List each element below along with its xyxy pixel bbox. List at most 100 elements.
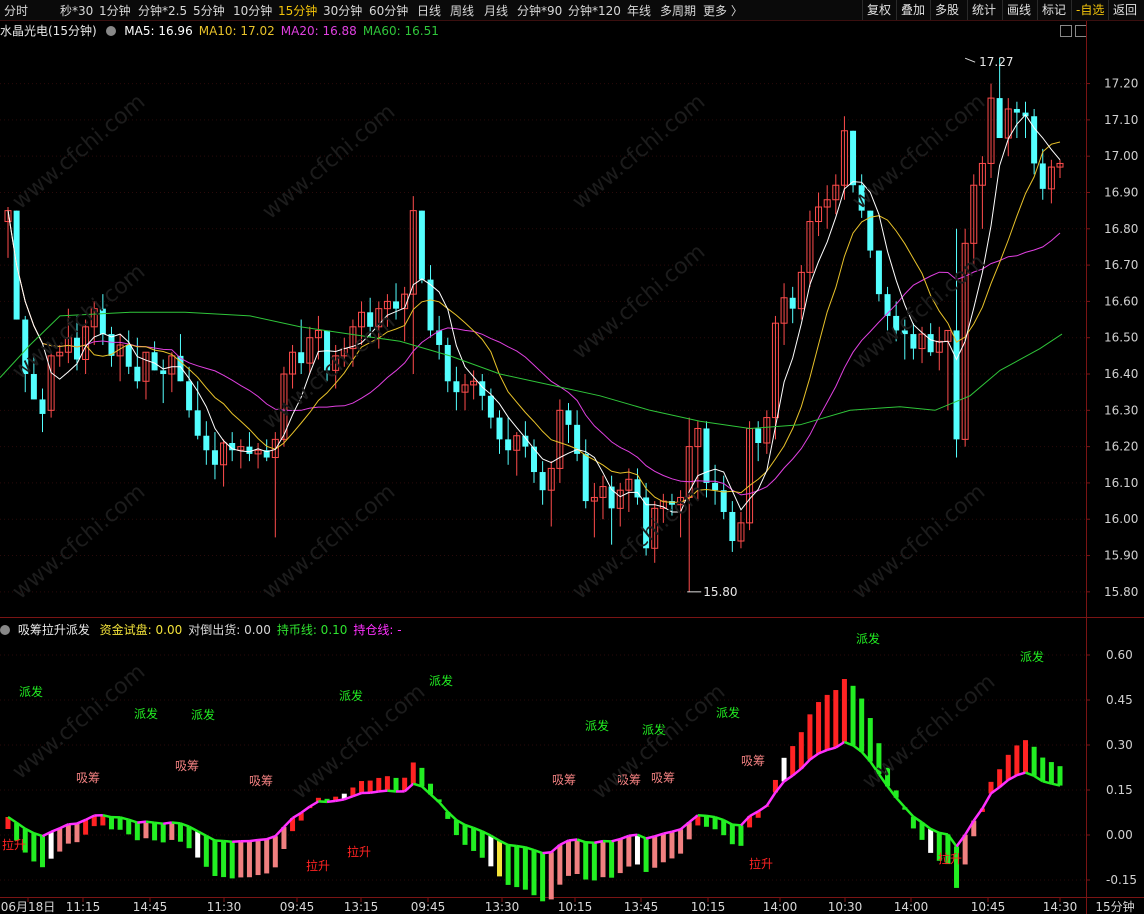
indicator-line	[171, 821, 181, 825]
indicator-signal-label: 派发	[191, 707, 215, 722]
indicator-line	[154, 821, 164, 825]
candle-body-down	[565, 410, 572, 425]
price-tick-label: 16.90	[1104, 185, 1138, 199]
indicator-line	[939, 831, 949, 836]
candle-body-down	[134, 366, 141, 382]
indicator-signal-label: 吸筹	[552, 773, 576, 787]
indicator-bar	[729, 824, 735, 845]
indicator-bar	[505, 844, 511, 885]
candle-body-down	[496, 417, 503, 440]
candle-body-down	[125, 344, 132, 367]
time-tick-label: 13:45	[624, 900, 659, 914]
indicator-bar	[928, 828, 934, 853]
indicator-bar	[841, 679, 847, 742]
indicator-tick-label: -0.15	[1106, 873, 1137, 887]
indicator-bar	[548, 852, 554, 900]
candle-body-down	[875, 250, 882, 295]
candle-body-down	[453, 381, 460, 393]
indicator-bar	[272, 836, 278, 868]
indicator-signal-label: 吸筹	[651, 771, 675, 785]
indicator-bar	[229, 841, 235, 879]
indicator-line	[542, 850, 552, 855]
candle-body-down	[703, 428, 710, 483]
indicator-bar	[816, 702, 822, 754]
candle-body-down	[444, 344, 451, 382]
indicator-bar	[557, 844, 563, 885]
time-tick-label: 09:45	[280, 900, 315, 914]
indicator-bar	[83, 819, 89, 835]
time-tick-label: 14:45	[133, 900, 168, 914]
indicator-bar	[48, 831, 54, 859]
indicator-bar	[462, 824, 468, 845]
indicator-line	[895, 796, 906, 809]
indicator-bar	[617, 839, 623, 874]
indicator-line	[249, 838, 259, 843]
indicator-line	[903, 806, 915, 818]
indicator-line	[309, 800, 320, 808]
stock-chart[interactable]: 17.20 17.10 17.00 16.90 16.80 16.70 16.60 16.50…	[0, 0, 1144, 914]
time-tick-label: 14:00	[763, 900, 798, 914]
indicator-line	[163, 821, 173, 825]
indicator-signal-label: 派发	[585, 718, 609, 733]
candle-body-down	[1013, 108, 1020, 113]
indicator-bar	[1005, 754, 1011, 780]
indicator-signal-label: 派发	[856, 631, 880, 646]
indicator-tick-label: 0.45	[1106, 693, 1133, 707]
indicator-line	[369, 790, 379, 795]
indicator-bar	[169, 822, 175, 840]
indicator-bar	[246, 841, 252, 878]
candle-body-down	[203, 435, 210, 451]
indicator-bar	[1057, 766, 1063, 786]
candle-body-down	[789, 297, 796, 309]
indicator-bar	[212, 840, 218, 876]
watermark-text: www.cfchi.com	[258, 99, 400, 224]
indicator-line	[145, 820, 155, 824]
indicator-bar	[574, 839, 580, 875]
indicator-bar	[1048, 762, 1054, 784]
time-tick-label: 10:15	[558, 900, 593, 914]
indicator-tick-label: 0.15	[1106, 783, 1133, 797]
watermark-text: www.cfchi.com	[8, 659, 150, 784]
candle-body-down	[850, 130, 857, 186]
time-tick-label: 06月18日	[1, 900, 56, 914]
candle-body-down	[194, 410, 201, 436]
indicator-line	[757, 804, 768, 813]
indicator-bar	[678, 829, 684, 854]
indicator-bar	[1023, 740, 1029, 773]
price-tick-label: 16.30	[1104, 403, 1138, 417]
indicator-line	[214, 839, 224, 843]
time-tick-label: 11:15	[66, 900, 101, 914]
candle-body-down	[427, 279, 434, 331]
period-indicator: 15分钟	[1095, 899, 1134, 914]
candle-body-down	[487, 395, 494, 418]
indicator-bar	[660, 833, 666, 863]
time-tick-label: 09:45	[411, 900, 446, 914]
indicator-line	[318, 800, 328, 804]
candle-body-down	[953, 330, 960, 440]
indicator-bar	[497, 840, 503, 877]
indicator-bar	[798, 732, 804, 769]
indicator-bar	[1031, 746, 1037, 776]
indicator-bar	[1040, 757, 1046, 782]
indicator-bar	[238, 841, 244, 878]
candle-body-down	[298, 352, 305, 364]
time-tick-label: 10:45	[971, 900, 1006, 914]
indicator-bar	[609, 841, 615, 878]
indicator-bar	[824, 694, 830, 750]
indicator-bar	[152, 822, 158, 841]
indicator-bar	[859, 698, 865, 752]
candle-body-down	[418, 210, 425, 280]
candle-body-down	[211, 450, 218, 465]
indicator-line	[981, 792, 993, 810]
indicator-bar	[108, 817, 114, 830]
indicator-line	[507, 843, 517, 848]
indicator-line	[706, 814, 716, 819]
price-tick-label: 16.70	[1104, 258, 1138, 272]
indicator-bar	[410, 762, 416, 784]
candle-body-down	[729, 511, 736, 542]
price-tick-label: 17.00	[1104, 149, 1138, 163]
indicator-line	[972, 807, 984, 822]
indicator-bar	[367, 780, 373, 793]
indicator-bar	[781, 757, 787, 782]
indicator-bar	[850, 685, 856, 746]
